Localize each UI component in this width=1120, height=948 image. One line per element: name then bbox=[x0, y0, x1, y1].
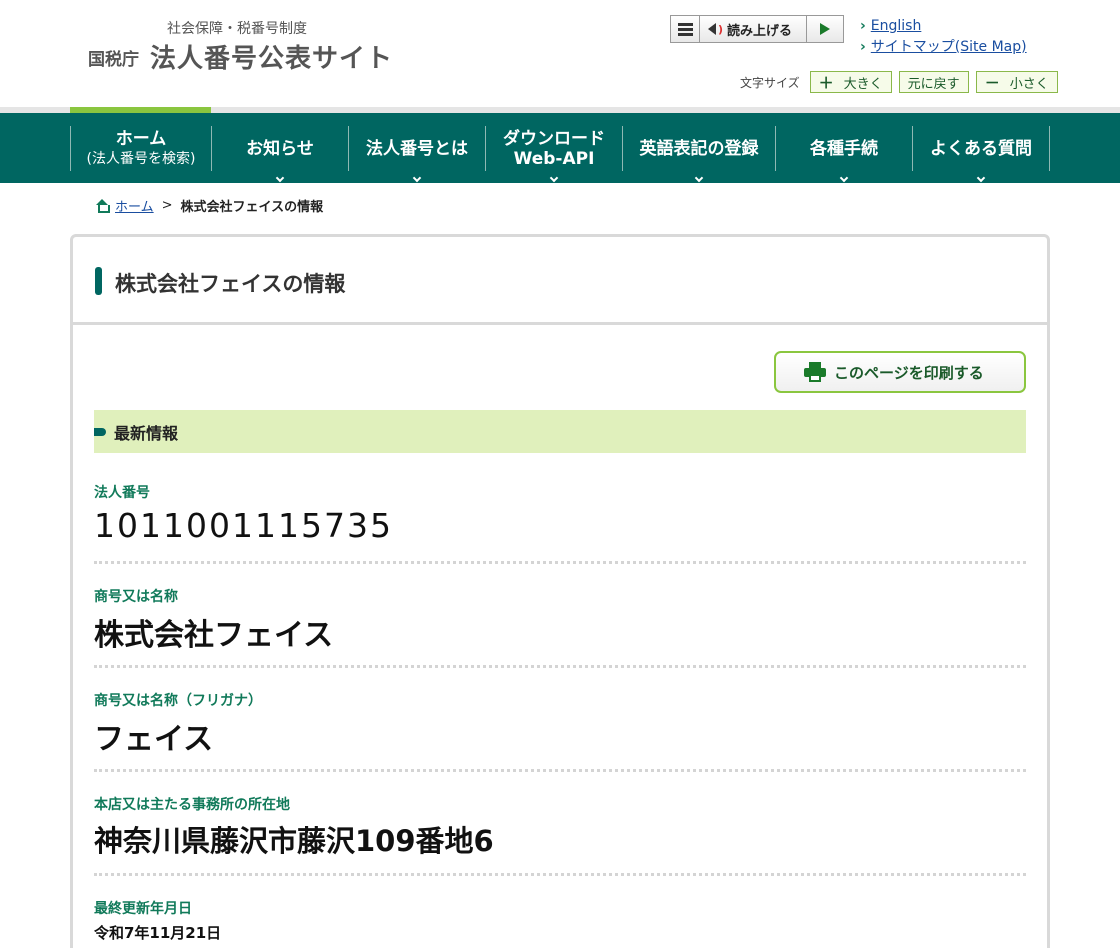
chevron-down-icon bbox=[976, 173, 986, 183]
dotted-divider bbox=[94, 665, 1026, 668]
chevron-down-icon bbox=[694, 173, 704, 183]
plus-icon: ＋ bbox=[818, 73, 834, 92]
breadcrumb-home-link[interactable]: ホーム bbox=[115, 196, 154, 215]
field-corporate-number: 法人番号 1011001115735 bbox=[94, 482, 1026, 564]
chevron-down-icon bbox=[549, 173, 559, 183]
nav-procedures[interactable]: 各種手続 bbox=[776, 126, 913, 183]
sitemap-link[interactable]: サイトマップ(Site Map) bbox=[860, 37, 1027, 58]
section-tag-icon bbox=[94, 427, 106, 436]
nav-home[interactable]: ホーム (法人番号を検索) bbox=[70, 126, 212, 171]
print-page-button[interactable]: このページを印刷する bbox=[774, 351, 1026, 393]
english-link[interactable]: English bbox=[860, 16, 1027, 37]
hamburger-icon bbox=[677, 22, 693, 26]
dotted-divider bbox=[94, 561, 1026, 564]
chevron-down-icon bbox=[412, 173, 422, 183]
dotted-divider bbox=[94, 873, 1026, 876]
font-reset-button[interactable]: 元に戻す bbox=[898, 71, 969, 93]
read-aloud-toolbar: ) 読み上げる bbox=[670, 15, 844, 43]
field-corporate-name: 商号又は名称 株式会社フェイス bbox=[94, 586, 1026, 668]
top-links: English サイトマップ(Site Map) bbox=[860, 16, 1027, 58]
field-address: 本店又は主たる事務所の所在地 神奈川県藤沢市藤沢109番地6 bbox=[94, 794, 1026, 876]
print-label: このページを印刷する bbox=[834, 363, 984, 382]
nav-news[interactable]: お知らせ bbox=[212, 126, 349, 183]
dotted-divider bbox=[94, 769, 1026, 772]
read-aloud-menu-button[interactable] bbox=[671, 16, 700, 42]
chevron-down-icon bbox=[275, 173, 285, 183]
breadcrumb-separator: > bbox=[161, 198, 173, 213]
global-nav: ホーム (法人番号を検索) お知らせ 法人番号とは ダウンロード Web-API… bbox=[0, 113, 1120, 183]
field-furigana: 商号又は名称（フリガナ） フェイス bbox=[94, 690, 1026, 772]
field-value: 1011001115735 bbox=[94, 506, 393, 545]
field-last-updated: 最終更新年月日 令和7年11月21日 bbox=[94, 898, 1026, 943]
speaker-icon bbox=[708, 23, 716, 35]
font-larger-button[interactable]: ＋大きく bbox=[809, 71, 892, 93]
nav-download[interactable]: ダウンロード Web-API bbox=[486, 126, 623, 183]
section-header-latest: 最新情報 bbox=[94, 410, 1026, 453]
field-value: 令和7年11月21日 bbox=[94, 924, 222, 942]
chevron-down-icon bbox=[839, 173, 849, 183]
field-value: フェイス bbox=[94, 722, 214, 757]
printer-icon bbox=[804, 362, 826, 382]
logo-agency: 国税庁 bbox=[88, 50, 139, 70]
read-aloud-button[interactable]: ) 読み上げる bbox=[700, 16, 807, 42]
title-accent-bar bbox=[95, 267, 102, 295]
field-label: 商号又は名称 bbox=[94, 589, 178, 605]
font-smaller-button[interactable]: －小さく bbox=[975, 71, 1058, 93]
page-title: 株式会社フェイスの情報 bbox=[115, 272, 346, 296]
nav-faq[interactable]: よくある質問 bbox=[913, 126, 1050, 183]
font-size-label: 文字サイズ bbox=[740, 75, 800, 90]
logo-subtitle: 社会保障・税番号制度 bbox=[167, 21, 307, 37]
field-label: 商号又は名称（フリガナ） bbox=[94, 693, 262, 709]
play-button[interactable] bbox=[807, 16, 843, 42]
nav-english-registration[interactable]: 英語表記の登録 bbox=[623, 126, 776, 183]
field-value: 株式会社フェイス bbox=[94, 618, 334, 653]
breadcrumb: ホーム > 株式会社フェイスの情報 bbox=[95, 196, 323, 215]
logo-title: 法人番号公表サイト bbox=[150, 44, 394, 74]
minus-icon: － bbox=[984, 73, 1000, 92]
home-icon bbox=[95, 199, 110, 213]
field-label: 本店又は主たる事務所の所在地 bbox=[94, 797, 290, 813]
site-header: 社会保障・税番号制度 国税庁 法人番号公表サイト ) 読み上げる English… bbox=[0, 0, 1120, 108]
play-icon bbox=[820, 23, 830, 35]
corporation-info-card: 株式会社フェイスの情報 このページを印刷する 最新情報 法人番号 1011001… bbox=[70, 234, 1050, 948]
card-header: 株式会社フェイスの情報 bbox=[73, 237, 1047, 325]
read-aloud-label: 読み上げる bbox=[727, 23, 793, 39]
field-value: 神奈川県藤沢市藤沢109番地6 bbox=[94, 824, 494, 858]
breadcrumb-current: 株式会社フェイスの情報 bbox=[180, 200, 324, 215]
section-title: 最新情報 bbox=[114, 423, 179, 443]
nav-about[interactable]: 法人番号とは bbox=[349, 126, 486, 183]
field-label: 法人番号 bbox=[94, 485, 150, 501]
field-label: 最終更新年月日 bbox=[94, 901, 192, 917]
font-size-controls: 文字サイズ ＋大きく 元に戻す －小さく bbox=[740, 71, 1065, 93]
